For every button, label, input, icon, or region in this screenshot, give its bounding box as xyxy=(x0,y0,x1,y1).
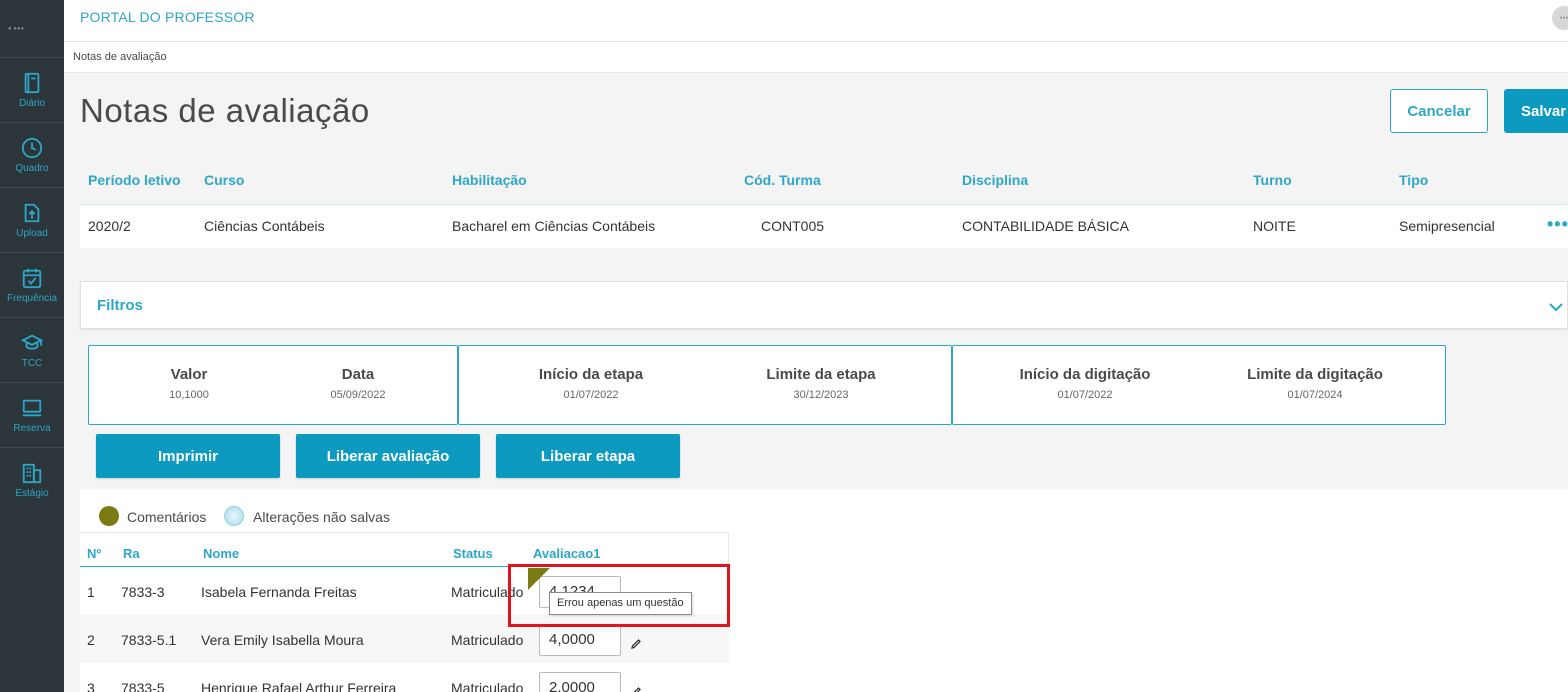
card-label: Limite da etapa xyxy=(766,366,876,383)
sidebar-item-quadro[interactable]: Quadro xyxy=(0,122,64,187)
pencil-icon[interactable] xyxy=(630,686,642,692)
calendar-check-icon xyxy=(22,268,42,288)
card-label: Valor xyxy=(170,366,208,383)
highlight-annotation xyxy=(508,564,730,627)
info-header-periodo: Período letivo xyxy=(88,172,181,188)
upload-icon xyxy=(24,203,40,222)
card-value: 01/07/2024 xyxy=(1287,389,1343,401)
graduation-cap-icon xyxy=(21,334,43,350)
row-number: 2 xyxy=(87,632,95,648)
column-header-status[interactable]: Status xyxy=(453,546,493,561)
info-turma: CONT005 xyxy=(761,218,825,234)
info-turno: NOITE xyxy=(1253,218,1296,234)
card-value: 10,1000 xyxy=(169,389,209,401)
release-stage-button[interactable]: Liberar etapa xyxy=(496,434,680,478)
info-header-tipo: Tipo xyxy=(1399,172,1429,188)
row-ra: 7833-5.1 xyxy=(121,632,177,648)
card-value: 01/07/2022 xyxy=(563,389,619,401)
sidebar-item-label: Upload xyxy=(16,227,48,239)
card-block: Limite da etapa 30/12/2023 xyxy=(746,366,896,401)
info-card-valor-data: Valor 10,1000 Data 05/09/2022 xyxy=(88,345,458,425)
sidebar: ● ●●● Diário Quadro Upload Frequência TC… xyxy=(0,0,64,692)
sidebar-item-label: Estágio xyxy=(15,487,49,499)
sidebar-item-tcc[interactable]: TCC xyxy=(0,317,64,382)
save-button[interactable]: Salvar xyxy=(1504,89,1568,133)
info-habilitacao: Bacharel em Ciências Contábeis xyxy=(452,218,656,234)
card-label: Data xyxy=(341,366,375,383)
sidebar-item-label: Reserva xyxy=(13,422,51,434)
card-block: Limite da digitação 01/07/2024 xyxy=(1230,366,1400,401)
building-icon xyxy=(22,463,42,483)
more-options-icon[interactable]: ••• xyxy=(1547,214,1568,235)
column-header-n[interactable]: Nº xyxy=(87,546,101,561)
row-ra: 7833-3 xyxy=(121,584,165,600)
sidebar-item-reserva[interactable]: Reserva xyxy=(0,382,64,447)
column-header-nome[interactable]: Nome xyxy=(203,546,239,561)
info-card-etapa: Início da etapa 01/07/2022 Limite da eta… xyxy=(458,345,952,425)
portal-title: PORTAL DO PROFESSOR xyxy=(80,9,255,25)
row-nome: Isabela Fernanda Freitas xyxy=(201,584,357,600)
clock-icon xyxy=(21,137,43,158)
print-button[interactable]: Imprimir xyxy=(96,434,280,478)
unsaved-legend-dot xyxy=(224,506,244,526)
card-value: 30/12/2023 xyxy=(793,389,849,401)
sidebar-item-upload[interactable]: Upload xyxy=(0,187,64,252)
info-header-habilitacao: Habilitação xyxy=(452,172,527,188)
card-block: Valor 10,1000 xyxy=(129,366,249,401)
sidebar-item-estagio[interactable]: Estágio xyxy=(0,447,64,512)
info-header-curso: Curso xyxy=(204,172,245,188)
column-header-ra[interactable]: Ra xyxy=(123,546,140,561)
grade-input[interactable]: 2,0000 xyxy=(539,672,621,692)
comments-legend-dot xyxy=(99,506,119,526)
book-icon xyxy=(24,72,40,93)
filters-panel[interactable]: Filtros xyxy=(80,281,1568,329)
row-status: Matriculado xyxy=(451,680,524,692)
info-disciplina: CONTABILIDADE BÁSICA xyxy=(962,218,1130,234)
top-header: PORTAL DO PROFESSOR ●●● xyxy=(64,0,1568,42)
card-label: Início da digitação xyxy=(1019,366,1151,383)
card-block: Data 05/09/2022 xyxy=(298,366,418,401)
card-block: Início da etapa 01/07/2022 xyxy=(516,366,666,401)
breadcrumb[interactable]: Notas de avaliação xyxy=(73,51,167,63)
row-ra: 7833-5 xyxy=(121,680,165,692)
filters-title: Filtros xyxy=(97,297,143,314)
row-nome: Vera Emily Isabella Moura xyxy=(201,632,364,648)
info-periodo: 2020/2 xyxy=(88,218,131,234)
info-card-digitacao: Início da digitação 01/07/2022 Limite da… xyxy=(952,345,1446,425)
avatar[interactable]: ●●● xyxy=(1552,6,1568,30)
unsaved-legend-label: Alterações não salvas xyxy=(253,509,390,525)
pencil-icon[interactable] xyxy=(630,638,642,650)
sidebar-item-label: TCC xyxy=(21,357,43,369)
monitor-icon xyxy=(22,399,42,416)
row-nome: Henrique Rafael Arthur Ferreira xyxy=(201,680,397,692)
card-value: 05/09/2022 xyxy=(330,389,386,401)
sidebar-item-frequencia[interactable]: Frequência xyxy=(0,252,64,317)
info-header-turno: Turno xyxy=(1253,172,1292,188)
row-status: Matriculado xyxy=(451,632,524,648)
logo: ● ●●● xyxy=(8,25,25,32)
comments-legend-label: Comentários xyxy=(127,509,207,525)
release-evaluation-button[interactable]: Liberar avaliação xyxy=(296,434,480,478)
info-header-turma: Cód. Turma xyxy=(744,172,821,188)
info-curso: Ciências Contábeis xyxy=(204,218,325,234)
column-header-avaliacao1[interactable]: Avaliacao1 xyxy=(533,546,600,561)
grade-input[interactable]: 4,0000 xyxy=(539,624,621,656)
page-title: Notas de avaliação xyxy=(80,92,370,129)
cancel-button[interactable]: Cancelar xyxy=(1390,89,1488,133)
card-label: Limite da digitação xyxy=(1247,366,1383,383)
sidebar-item-label: Quadro xyxy=(15,162,49,174)
card-value: 01/07/2022 xyxy=(1057,389,1113,401)
sidebar-item-label: Diário xyxy=(18,97,46,109)
row-number: 3 xyxy=(87,680,95,692)
row-number: 1 xyxy=(87,584,95,600)
card-block: Início da digitação 01/07/2022 xyxy=(1000,366,1170,401)
sidebar-item-label: Frequência xyxy=(6,292,58,304)
card-label: Início da etapa xyxy=(538,366,644,383)
info-tipo: Semipresencial xyxy=(1399,218,1495,234)
breadcrumb-bar: Notas de avaliação xyxy=(64,42,1568,73)
chevron-down-icon[interactable] xyxy=(1549,300,1563,314)
info-header-disciplina: Disciplina xyxy=(962,172,1029,188)
sidebar-item-diario[interactable]: Diário xyxy=(0,57,64,122)
